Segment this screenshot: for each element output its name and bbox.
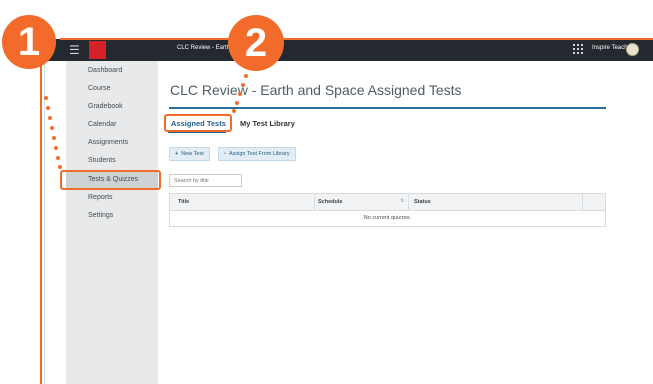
sidebar-item-gradebook[interactable]: Gradebook (88, 103, 123, 110)
sidebar-item-course[interactable]: Course (88, 85, 111, 92)
column-title[interactable]: Title (178, 199, 189, 205)
callout-dot (241, 83, 245, 87)
sidebar-item-students[interactable]: Students (88, 157, 116, 164)
callout-dot (56, 156, 60, 160)
assign-test-from-library-button[interactable]: ▫ Assign Test From Library (218, 147, 296, 161)
sidebar-item-dashboard[interactable]: Dashboard (88, 67, 122, 74)
empty-table-message: No current quizzes. (363, 215, 412, 221)
callout-highlight-tests-quizzes (60, 170, 161, 190)
library-icon: ▫ (224, 151, 226, 157)
callout-badge-1: 1 (2, 15, 56, 69)
sort-icon[interactable]: ⇅ (400, 198, 404, 204)
hamburger-menu-icon[interactable]: ☰ (69, 43, 83, 57)
callout-highlight-assigned-tests (164, 114, 232, 132)
column-divider (314, 194, 315, 210)
callout-badge-2: 2 (228, 15, 284, 71)
table-header: Title Schedule ⇅ Status (170, 194, 605, 211)
sidebar-item-calendar[interactable]: Calendar (88, 121, 116, 128)
tests-table: Title Schedule ⇅ Status No current quizz… (169, 193, 606, 227)
sidebar: Dashboard Course Gradebook Calendar Assi… (66, 61, 158, 384)
column-divider (582, 194, 583, 210)
callout-dot (48, 116, 52, 120)
sidebar-item-assignments[interactable]: Assignments (88, 139, 128, 146)
callout-dot (50, 126, 54, 130)
callout-left-line (40, 62, 42, 384)
app-grid-icon[interactable] (573, 44, 583, 54)
avatar[interactable] (626, 43, 639, 56)
sidebar-item-settings[interactable]: Settings (88, 212, 113, 219)
assign-test-label: Assign Test From Library (228, 151, 290, 157)
callout-dot (244, 74, 248, 78)
callout-dot (58, 165, 62, 169)
new-test-label: New Test (181, 151, 204, 157)
page-title: CLC Review - Earth and Space Assigned Te… (170, 82, 462, 98)
column-status[interactable]: Status (414, 199, 431, 205)
search-input[interactable] (169, 174, 242, 187)
column-schedule[interactable]: Schedule (318, 199, 342, 205)
top-bar: ☰ CLC Review - Earth Inspire Teacher (45, 39, 653, 61)
callout-dot (232, 109, 236, 113)
callout-dot (235, 101, 239, 105)
course-title: CLC Review - Earth (177, 45, 231, 51)
new-test-button[interactable]: + New Test (169, 147, 210, 161)
callout-dot (52, 136, 56, 140)
callout-dot (44, 96, 48, 100)
callout-dot (54, 146, 58, 150)
plus-icon: + (175, 151, 179, 157)
callout-top-line (60, 38, 653, 40)
sidebar-item-reports[interactable]: Reports (88, 194, 113, 201)
column-divider (408, 194, 409, 210)
callout-dot (46, 106, 50, 110)
mcgraw-hill-logo (89, 41, 106, 59)
tab-my-test-library[interactable]: My Test Library (240, 119, 295, 128)
callout-dot (238, 92, 242, 96)
